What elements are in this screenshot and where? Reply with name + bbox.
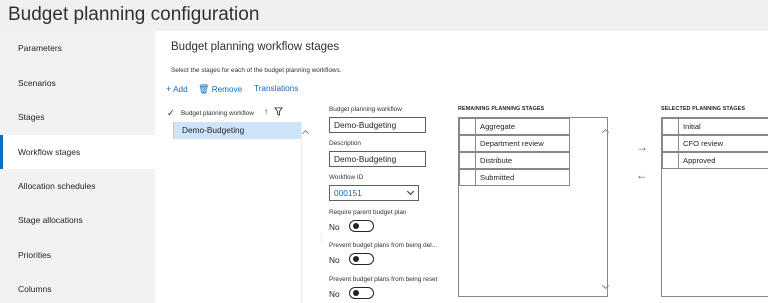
section-title: Budget planning workflow stages bbox=[171, 41, 340, 53]
description-label: Description bbox=[329, 140, 361, 147]
translations-button[interactable]: Translations bbox=[254, 84, 298, 93]
plus-icon: + bbox=[166, 84, 172, 94]
remove-button[interactable]: 🗑 Remove bbox=[198, 84, 242, 95]
grid-header: ✓ Budget planning workflow ↑ bbox=[164, 106, 301, 122]
filter-icon[interactable] bbox=[274, 107, 283, 116]
workflow-id-label: Workflow ID bbox=[329, 174, 364, 181]
sidebar: Parameters Scenarios Stages Workflow sta… bbox=[0, 31, 155, 303]
move-right-button[interactable]: → bbox=[633, 141, 651, 155]
main-panel: Budget planning workflow stages Select t… bbox=[155, 31, 768, 303]
toggle-knob bbox=[353, 256, 359, 262]
list-item[interactable]: Department review bbox=[459, 135, 570, 152]
prevent-reset-label: Prevent budget plans from being reset bbox=[329, 276, 438, 283]
sidebar-item-stage-allocations[interactable]: Stage allocations bbox=[0, 203, 155, 237]
instructions-text: Select the stages for each of the budget… bbox=[171, 67, 342, 74]
list-item[interactable]: Submitted bbox=[459, 169, 570, 186]
workflow-label: Budget planning workflow bbox=[329, 106, 402, 113]
chevron-down-icon bbox=[406, 187, 415, 196]
remove-button-label: Remove bbox=[211, 85, 243, 94]
add-button[interactable]: + Add bbox=[166, 84, 188, 94]
move-left-button[interactable]: ← bbox=[633, 169, 651, 183]
prevent-delete-value: No bbox=[329, 255, 340, 265]
selected-stages-list: Initial CFO review Approved bbox=[661, 117, 768, 297]
prevent-delete-label: Prevent budget plans from being del... bbox=[329, 242, 437, 249]
sidebar-item-workflow-stages[interactable]: Workflow stages bbox=[0, 135, 155, 169]
grid-column-header[interactable]: Budget planning workflow bbox=[181, 110, 254, 117]
sidebar-item-stages[interactable]: Stages bbox=[0, 100, 155, 134]
workflow-id-dropdown[interactable]: 000151 bbox=[329, 185, 419, 201]
remaining-stages-list: Aggregate Department review Distribute S… bbox=[458, 117, 610, 297]
grid-scrollbar[interactable] bbox=[301, 122, 310, 303]
toggle-knob bbox=[353, 290, 359, 296]
splitter-handle[interactable]: · · · bbox=[320, 232, 322, 245]
page-title: Budget planning configuration bbox=[8, 4, 260, 25]
workflow-id-value: 000151 bbox=[334, 188, 362, 198]
add-button-label: Add bbox=[173, 85, 188, 94]
page-header: Budget planning configuration bbox=[0, 0, 768, 31]
chevron-down-icon[interactable] bbox=[601, 281, 610, 290]
prevent-delete-toggle[interactable] bbox=[349, 253, 374, 265]
prevent-reset-value: No bbox=[329, 289, 340, 299]
require-parent-label: Require parent budget plan bbox=[329, 209, 407, 216]
remaining-stages-title: REMAINING PLANNING STAGES bbox=[458, 106, 545, 112]
sidebar-item-scenarios[interactable]: Scenarios bbox=[0, 66, 155, 100]
description-field[interactable]: Demo-Budgeting bbox=[329, 151, 426, 167]
trash-icon: 🗑 bbox=[198, 84, 210, 94]
list-item[interactable]: Initial bbox=[662, 118, 768, 135]
require-parent-toggle[interactable] bbox=[349, 220, 374, 232]
workflow-field[interactable]: Demo-Budgeting bbox=[329, 117, 426, 133]
sidebar-item-columns[interactable]: Columns bbox=[0, 272, 155, 303]
sidebar-item-parameters[interactable]: Parameters bbox=[0, 31, 155, 65]
chevron-up-icon[interactable] bbox=[301, 129, 310, 138]
toggle-knob bbox=[353, 223, 359, 229]
checkmark-icon[interactable]: ✓ bbox=[167, 108, 175, 119]
selected-stages-title: SELECTED PLANNING STAGES bbox=[661, 106, 746, 112]
list-item[interactable]: Approved bbox=[662, 152, 768, 169]
sidebar-item-allocation-schedules[interactable]: Allocation schedules bbox=[0, 169, 155, 203]
table-row[interactable]: Demo-Budgeting bbox=[173, 122, 301, 139]
require-parent-value: No bbox=[329, 222, 340, 232]
prevent-reset-toggle[interactable] bbox=[349, 287, 374, 299]
list-item[interactable]: Distribute bbox=[459, 152, 570, 169]
sidebar-item-priorities[interactable]: Priorities bbox=[0, 238, 155, 272]
chevron-up-icon[interactable] bbox=[601, 128, 610, 137]
sort-ascending-icon[interactable]: ↑ bbox=[264, 107, 268, 116]
list-item[interactable]: Aggregate bbox=[459, 118, 570, 135]
list-item[interactable]: CFO review bbox=[662, 135, 768, 152]
